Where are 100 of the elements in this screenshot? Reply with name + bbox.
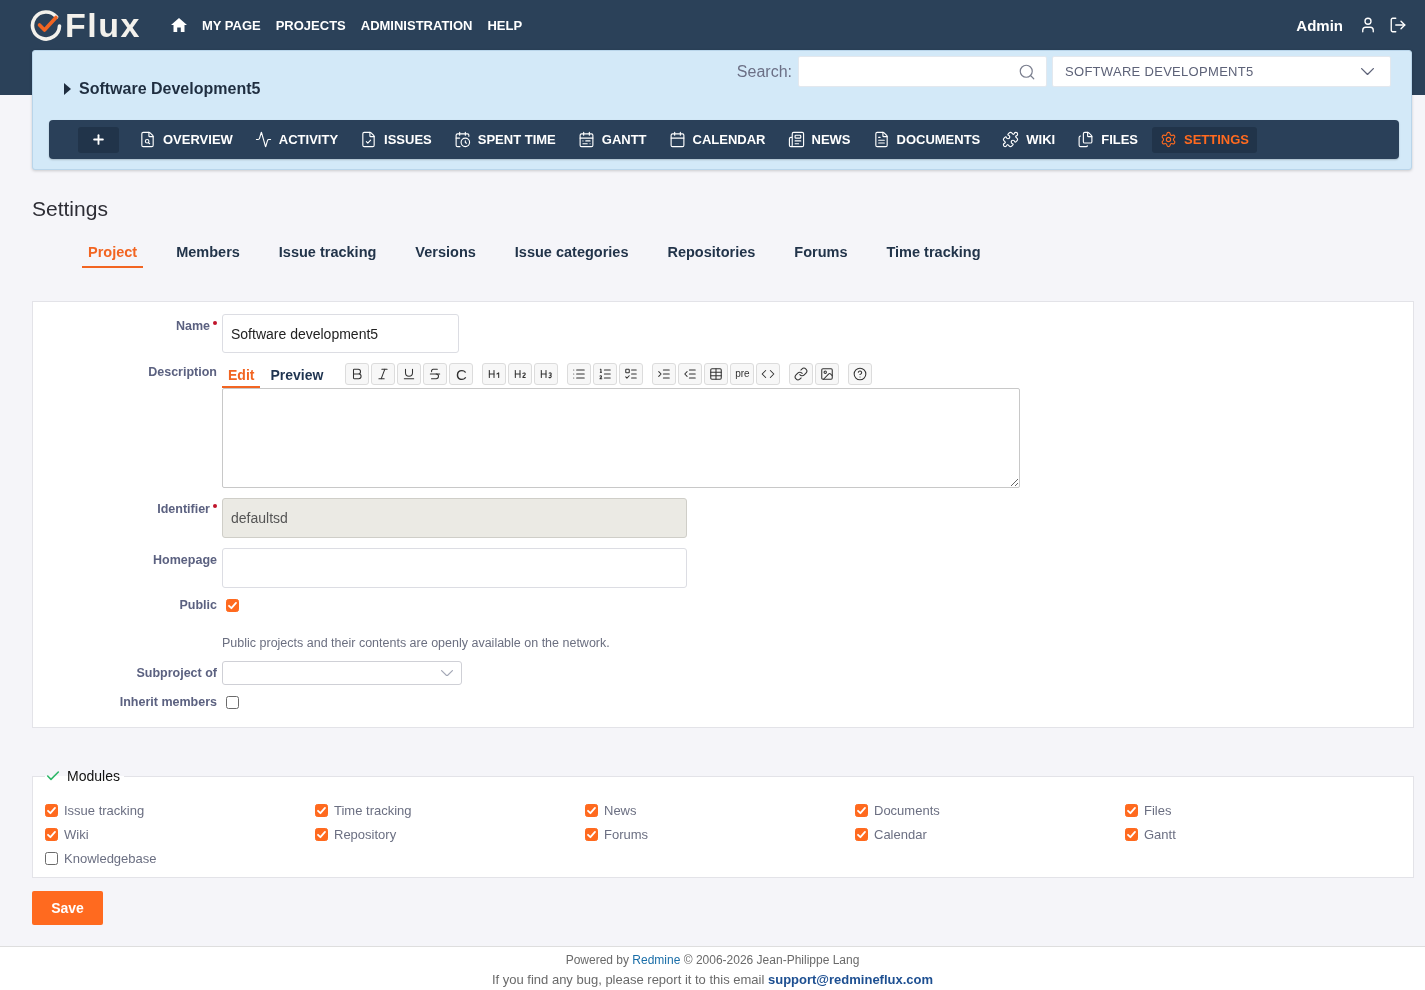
toolbar-button[interactable] <box>756 363 781 385</box>
footer-credit: Powered by Redmine © 2006-2026 Jean-Philippe Lang <box>564 952 861 969</box>
help-icon <box>853 367 868 381</box>
module-label: Repository <box>334 826 397 842</box>
checklist-icon <box>624 367 639 381</box>
calendar-icon <box>668 131 686 148</box>
module-label: Issue tracking <box>64 802 145 818</box>
toolbar-button[interactable] <box>508 363 533 385</box>
menu-link[interactable]: PROJECTS <box>275 17 346 33</box>
project-menu-item[interactable]: SPENT TIME <box>445 126 564 153</box>
project-menu-item[interactable]: OVERVIEW <box>131 126 241 153</box>
checkbox[interactable] <box>855 827 868 841</box>
project-menu-item[interactable]: WIKI <box>994 126 1064 153</box>
checkbox[interactable] <box>45 803 58 817</box>
toolbar-button[interactable] <box>371 363 396 385</box>
checkbox[interactable] <box>315 803 328 817</box>
toolbar-button[interactable] <box>704 363 729 385</box>
menu-link[interactable]: ADMINISTRATION <box>360 17 473 33</box>
text-field[interactable]: Software development5 <box>222 314 459 353</box>
checkbox[interactable] <box>315 827 328 841</box>
checkbox[interactable] <box>45 827 58 841</box>
files-icon <box>1077 131 1095 148</box>
toolbar-button[interactable] <box>789 363 814 385</box>
select-field[interactable] <box>222 661 462 685</box>
toolbar-button[interactable] <box>345 363 370 385</box>
heading-two-icon <box>513 367 528 381</box>
puzzle-icon <box>1002 131 1020 148</box>
user-icon[interactable] <box>1359 16 1377 34</box>
italic-icon <box>376 367 391 381</box>
checkbox[interactable] <box>855 803 868 817</box>
project-menu-item[interactable]: CALENDAR <box>660 126 774 153</box>
email-link[interactable]: support@redmineflux.com <box>768 972 934 987</box>
home-icon[interactable] <box>170 18 187 32</box>
caret-right-icon[interactable] <box>64 83 71 95</box>
module-label: Calendar <box>874 826 927 842</box>
section-tab[interactable]: Issue tracking <box>272 240 383 268</box>
user-name[interactable]: Admin <box>1296 16 1343 34</box>
logout-icon[interactable] <box>1389 16 1407 34</box>
toolbar-button[interactable]: C <box>449 363 474 385</box>
project-menu-item[interactable]: FILES <box>1069 126 1147 153</box>
section-tab[interactable]: Issue categories <box>508 240 635 268</box>
editor-tab[interactable]: Preview <box>264 367 330 388</box>
menu-link[interactable]: HELP <box>487 17 523 33</box>
redmine-link[interactable]: Redmine <box>632 953 681 967</box>
checkbox[interactable] <box>585 803 598 817</box>
image-icon <box>820 367 835 381</box>
indent-icon <box>657 367 672 381</box>
project-menu-item[interactable]: GANTT <box>569 126 655 153</box>
field-label: Name <box>175 319 210 333</box>
project-select[interactable]: SOFTWARE DEVELOPMENT5 <box>1052 56 1391 87</box>
toolbar-button[interactable] <box>815 363 840 385</box>
project-menu-item[interactable]: SETTINGS <box>1152 126 1258 153</box>
field-label: Identifier <box>157 502 210 516</box>
toolbar-button[interactable] <box>619 363 644 385</box>
checkbox[interactable] <box>1125 827 1138 841</box>
toolbar-button[interactable]: pre <box>730 363 755 385</box>
project-menu-item[interactable]: ACTIVITY <box>246 126 347 153</box>
page-title: Settings <box>32 196 109 222</box>
description-field[interactable] <box>222 388 1020 488</box>
menu-link[interactable]: MY PAGE <box>201 17 261 33</box>
module-label: Gantt <box>1144 826 1176 842</box>
checkbox[interactable] <box>226 695 239 709</box>
field-label: Public <box>179 598 217 612</box>
project-menu-item[interactable]: DOCUMENTS <box>864 126 989 153</box>
search-field[interactable] <box>798 56 1047 87</box>
module-label: Time tracking <box>334 802 412 818</box>
project-menu-item[interactable]: NEWS <box>779 126 859 153</box>
bullet-list-icon <box>572 367 587 381</box>
section-tab[interactable]: Members <box>170 240 246 268</box>
toolbar-button[interactable] <box>423 363 448 385</box>
field-label: Subproject of <box>136 666 217 680</box>
file-check-icon <box>360 131 378 148</box>
chevron-down-icon <box>441 669 453 677</box>
module-label: Files <box>1144 802 1172 818</box>
calendar-clock-icon <box>453 131 471 148</box>
checkbox[interactable] <box>1125 803 1138 817</box>
underline-icon <box>402 367 417 381</box>
logo-check-icon <box>30 9 62 41</box>
section-tab[interactable]: Versions <box>409 240 482 268</box>
module-label: News <box>604 802 637 818</box>
footer-report: If you find any bug, please report it to this email support@redmineflux.com <box>490 971 935 989</box>
toolbar-button[interactable] <box>848 363 873 385</box>
module-label: Forums <box>604 826 649 842</box>
section-tab[interactable]: Repositories <box>661 240 762 268</box>
toolbar-button[interactable] <box>482 363 507 385</box>
checkbox[interactable] <box>226 598 239 612</box>
add-button[interactable] <box>78 126 119 153</box>
section-tab[interactable]: Forums <box>788 240 854 268</box>
text-field[interactable] <box>222 548 687 588</box>
checkbox[interactable] <box>585 827 598 841</box>
checkbox[interactable] <box>45 851 58 865</box>
toolbar-button[interactable] <box>534 363 559 385</box>
file-search-icon <box>139 131 156 148</box>
plus-icon <box>91 132 106 147</box>
newspaper-icon <box>787 131 805 148</box>
heading-one-icon <box>487 367 502 381</box>
heading-three-icon <box>539 367 554 381</box>
project-menu-item[interactable]: ISSUES <box>352 126 440 153</box>
section-tab[interactable]: Time tracking <box>880 240 987 268</box>
toolbar-button[interactable] <box>397 363 422 385</box>
